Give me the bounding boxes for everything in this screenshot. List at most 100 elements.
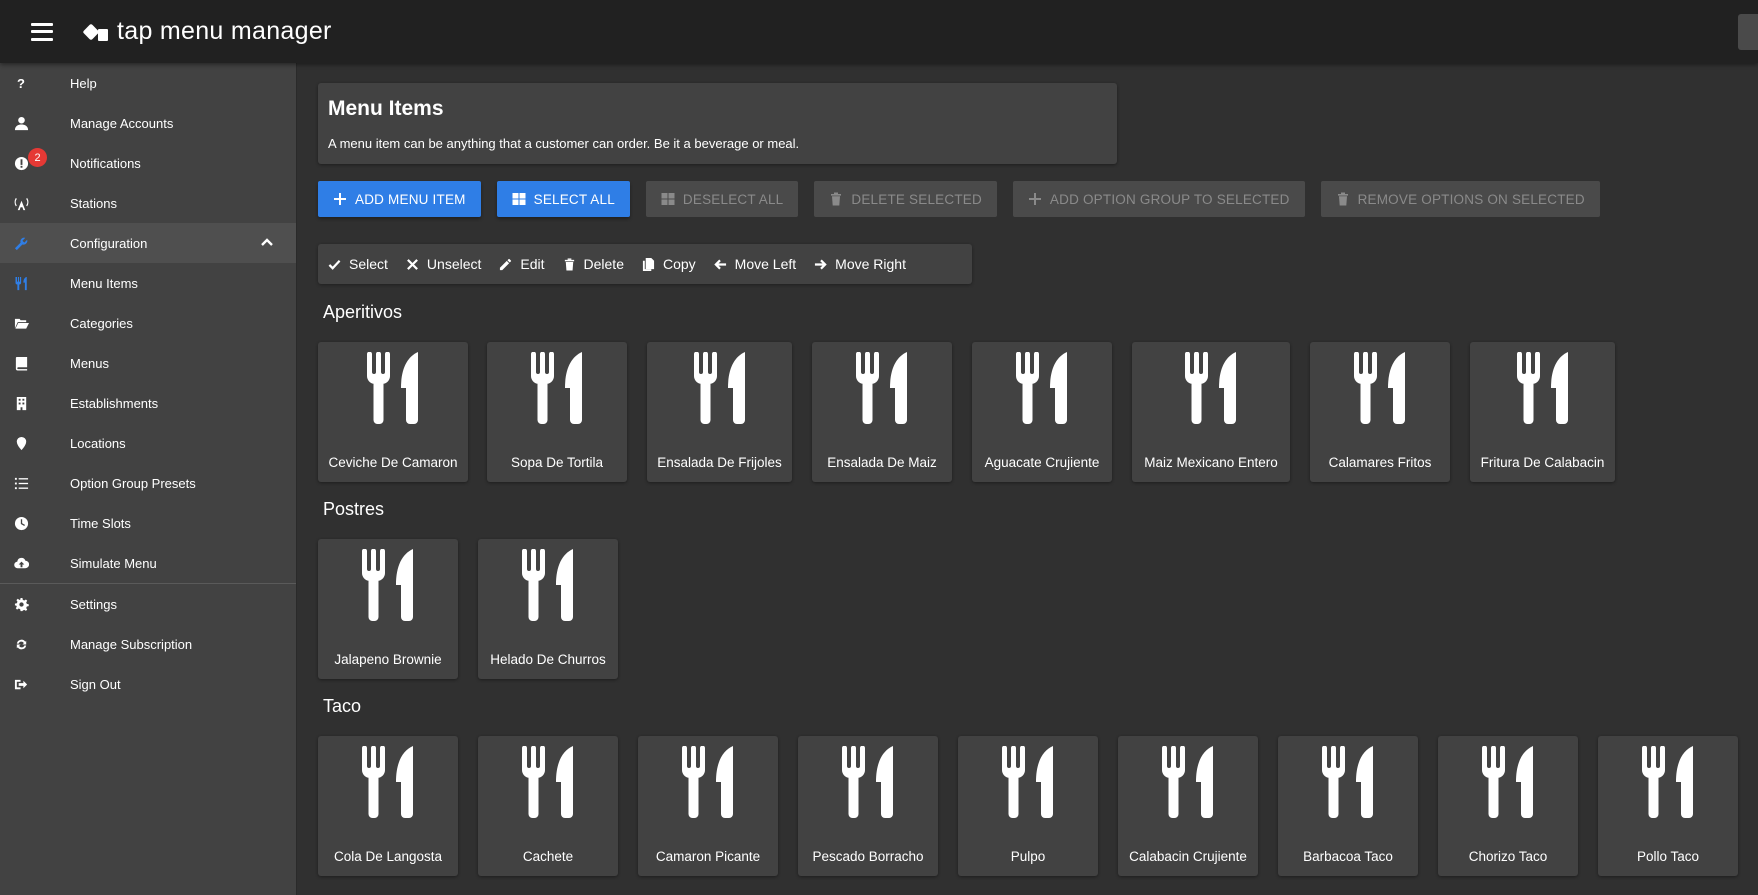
sidebar-item-option-group-presets[interactable]: Option Group Presets	[0, 463, 296, 503]
menu-item-name: Maiz Mexicano Entero	[1144, 455, 1278, 470]
sidebar-item-locations[interactable]: Locations	[0, 423, 296, 463]
menu-item-tile[interactable]: Cola De Langosta	[318, 736, 458, 876]
copy-tool-label: Copy	[662, 256, 696, 272]
delete-tool[interactable]: Delete	[563, 256, 624, 272]
sidebar-item-label: Option Group Presets	[70, 475, 196, 491]
utensils-icon	[1513, 351, 1573, 426]
sidebar-item-manage-subscription[interactable]: Manage Subscription	[0, 624, 296, 664]
trash-icon	[564, 257, 574, 271]
utensils-icon	[1638, 745, 1698, 820]
grid-icon	[661, 192, 675, 206]
menu-item-name: Pulpo	[1010, 849, 1046, 864]
select-all-button[interactable]: SELECT ALL	[496, 181, 630, 217]
sidebar-item-configuration[interactable]: Configuration	[0, 223, 296, 263]
sidebar-item-label: Notifications	[70, 155, 141, 171]
menu-item-tile[interactable]: Calamares Fritos	[1310, 342, 1450, 482]
remove-options-button[interactable]: REMOVE OPTIONS ON SELECTED	[1320, 181, 1600, 217]
book-icon	[12, 354, 30, 372]
utensils-icon	[518, 548, 578, 623]
chevron-up-icon[interactable]	[260, 235, 274, 249]
sidebar-item-time-slots[interactable]: Time Slots	[0, 503, 296, 543]
menu-item-name: Calamares Fritos	[1328, 455, 1432, 470]
hamburger-menu-icon[interactable]	[31, 22, 53, 41]
add-menu-item-button[interactable]: ADD MENU ITEM	[318, 181, 481, 217]
sidebar-item-notifications[interactable]: 2 Notifications	[0, 143, 296, 183]
sidebar-item-stations[interactable]: Stations	[0, 183, 296, 223]
utensils-icon	[358, 745, 418, 820]
help-icon: ?	[17, 75, 25, 91]
sidebar-item-label: Menus	[70, 355, 110, 371]
menu-item-name: Jalapeno Brownie	[334, 652, 442, 667]
logo-icon	[82, 20, 111, 44]
copy-tool[interactable]: Copy	[642, 256, 696, 272]
menu-item-tile[interactable]: Calabacin Crujiente	[1118, 736, 1258, 876]
sidebar-item-sign-out[interactable]: Sign Out	[0, 664, 296, 704]
category-items-postres: Jalapeno Brownie Helado De Churros	[318, 539, 638, 679]
add-option-group-button[interactable]: ADD OPTION GROUP TO SELECTED	[1012, 181, 1305, 217]
page-description: A menu item can be anything that a custo…	[328, 136, 800, 151]
sidebar-item-simulate-menu[interactable]: Simulate Menu	[0, 543, 296, 583]
menu-item-tile[interactable]: Chorizo Taco	[1438, 736, 1578, 876]
cloud-upload-icon	[12, 554, 30, 572]
trash-icon	[829, 192, 843, 206]
menu-item-tile[interactable]: Barbacoa Taco	[1278, 736, 1418, 876]
sidebar-item-manage-accounts[interactable]: Manage Accounts	[0, 103, 296, 143]
check-icon	[328, 259, 341, 270]
menu-item-tile[interactable]: Jalapeno Brownie	[318, 539, 458, 679]
close-icon	[406, 258, 418, 270]
sidebar-item-menus[interactable]: Menus	[0, 343, 296, 383]
menu-item-name: Sopa De Tortila	[510, 455, 604, 470]
menu-item-tile[interactable]: Aguacate Crujiente	[972, 342, 1112, 482]
utensils-icon	[527, 351, 587, 426]
account-button[interactable]	[1738, 14, 1758, 50]
add-menu-item-label: ADD MENU ITEM	[355, 191, 466, 207]
unselect-tool[interactable]: Unselect	[406, 256, 481, 272]
page-title: Menu Items	[328, 97, 444, 120]
delete-tool-label: Delete	[583, 256, 624, 272]
menu-item-tile[interactable]: Maiz Mexicano Entero	[1132, 342, 1290, 482]
menu-item-tile[interactable]: Ensalada De Maiz	[812, 342, 952, 482]
move-right-tool[interactable]: Move Right	[814, 256, 906, 272]
menu-item-tile[interactable]: Pulpo	[958, 736, 1098, 876]
edit-tool-label: Edit	[520, 256, 545, 272]
sidebar-item-establishments[interactable]: Establishments	[0, 383, 296, 423]
sidebar-item-help[interactable]: ? Help	[0, 63, 296, 103]
utensils-icon	[678, 745, 738, 820]
sidebar-item-label: Time Slots	[70, 515, 131, 531]
deselect-all-label: DESELECT ALL	[682, 191, 784, 207]
delete-selected-button[interactable]: DELETE SELECTED	[814, 181, 997, 217]
move-left-tool[interactable]: Move Left	[713, 256, 796, 272]
sidebar-item-settings[interactable]: Settings	[0, 584, 296, 624]
menu-item-tile[interactable]: Helado De Churros	[478, 539, 618, 679]
menu-item-tile[interactable]: Ensalada De Frijoles	[647, 342, 792, 482]
select-tool[interactable]: Select	[328, 256, 388, 272]
menu-item-tile[interactable]: Ceviche De Camaron	[318, 342, 468, 482]
menu-item-tile[interactable]: Pollo Taco	[1598, 736, 1738, 876]
plus-icon	[333, 192, 347, 206]
sidebar-item-categories[interactable]: Categories	[0, 303, 296, 343]
menu-item-tile[interactable]: Pescado Borracho	[798, 736, 938, 876]
utensils-icon	[363, 351, 423, 426]
utensils-icon	[1350, 351, 1410, 426]
copy-icon	[642, 257, 655, 271]
category-title: Postres	[323, 499, 385, 519]
menu-item-tile[interactable]: Sopa De Tortila	[487, 342, 627, 482]
unselect-tool-label: Unselect	[426, 256, 482, 272]
clock-icon	[12, 514, 30, 532]
menu-item-name: Ensalada De Frijoles	[657, 455, 782, 470]
menu-item-name: Aguacate Crujiente	[984, 455, 1100, 470]
deselect-all-button[interactable]: DESELECT ALL	[645, 181, 799, 217]
menu-item-tile[interactable]: Camaron Picante	[638, 736, 778, 876]
menu-item-name: Helado De Churros	[490, 652, 606, 667]
menu-item-tile[interactable]: Fritura De Calabacin	[1470, 342, 1615, 482]
menu-item-name: Calabacin Crujiente	[1129, 849, 1247, 864]
sidebar: ? Help Manage Accounts 2 Notifications S…	[0, 63, 297, 895]
menu-item-name: Cachete	[522, 849, 574, 864]
page-header-card: Menu Items A menu item can be anything t…	[318, 83, 1117, 164]
menu-item-tile[interactable]: Cachete	[478, 736, 618, 876]
menu-item-name: Chorizo Taco	[1468, 849, 1548, 864]
sidebar-item-menu-items[interactable]: Menu Items	[0, 263, 296, 303]
building-icon	[12, 394, 30, 412]
edit-tool[interactable]: Edit	[499, 256, 545, 272]
sidebar-item-label: Sign Out	[70, 676, 121, 692]
